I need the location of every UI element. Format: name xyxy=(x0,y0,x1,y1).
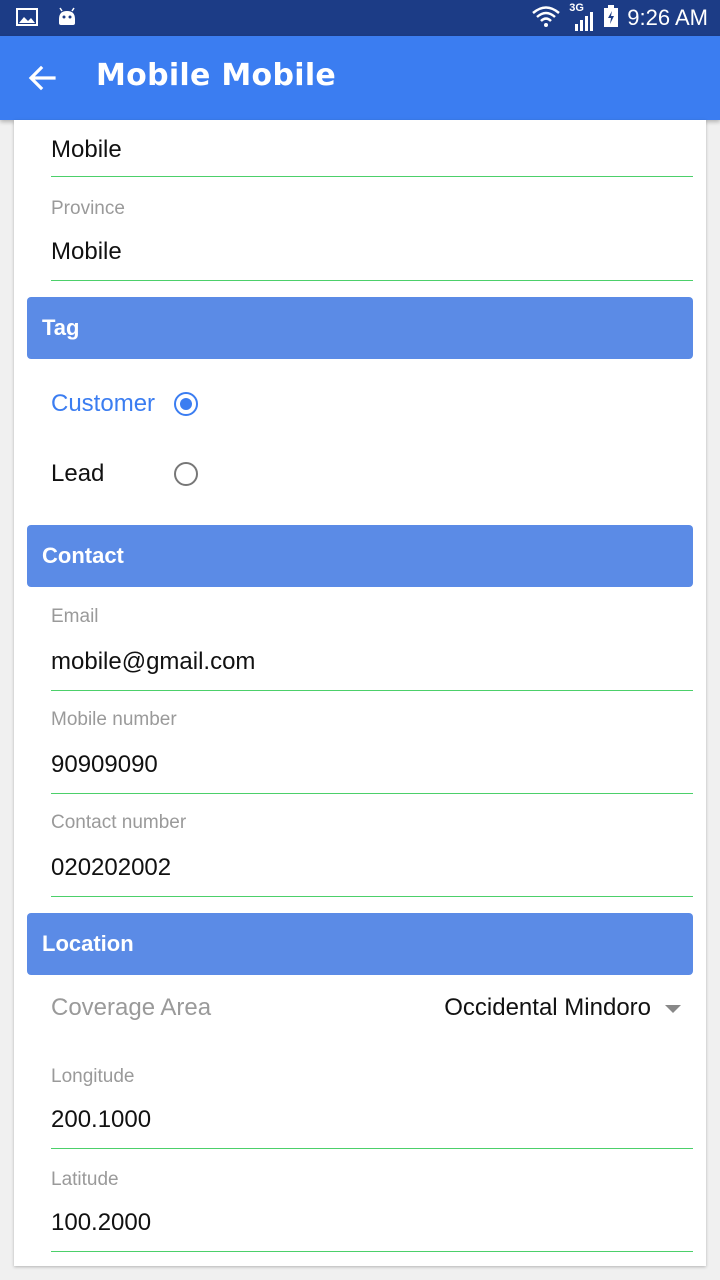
back-arrow-icon[interactable] xyxy=(24,60,60,96)
dropdown-caret-icon[interactable] xyxy=(665,1005,681,1013)
form-card: Mobile Province Mobile Tag Customer Lead… xyxy=(14,120,706,1266)
longitude-label: Longitude xyxy=(51,1066,135,1087)
signal-icon: 3G xyxy=(569,2,595,32)
contact-header-label: Contact xyxy=(42,543,124,568)
location-header-label: Location xyxy=(42,931,134,956)
coverage-area-dropdown[interactable]: Coverage Area Occidental Mindoro xyxy=(51,990,693,1030)
mobile-number-label: Mobile number xyxy=(51,709,177,730)
email-field[interactable]: Email mobile@gmail.com xyxy=(51,602,693,691)
latitude-label: Latitude xyxy=(51,1169,119,1190)
latitude-field[interactable]: Latitude 100.2000 xyxy=(51,1163,693,1252)
province-value: Mobile xyxy=(51,238,122,265)
email-label: Email xyxy=(51,606,99,627)
contact-number-field[interactable]: Contact number 020202002 xyxy=(51,808,693,897)
province-field[interactable]: Province Mobile xyxy=(51,192,693,281)
longitude-field[interactable]: Longitude 200.1000 xyxy=(51,1060,693,1149)
radio-customer-button[interactable] xyxy=(174,392,198,416)
page-title: Mobile Mobile xyxy=(96,58,337,93)
coverage-area-value: Occidental Mindoro xyxy=(444,994,651,1021)
radio-lead-button[interactable] xyxy=(174,462,198,486)
coverage-area-label: Coverage Area xyxy=(51,994,212,1021)
tag-header-label: Tag xyxy=(42,315,80,340)
radio-lead[interactable]: Lead xyxy=(51,454,351,494)
province-label: Province xyxy=(51,198,125,219)
wifi-icon xyxy=(531,4,561,33)
radio-lead-label: Lead xyxy=(51,460,105,487)
clock: 9:26 AM xyxy=(627,5,708,30)
city-field[interactable]: Mobile xyxy=(51,120,693,177)
radio-customer-label: Customer xyxy=(51,390,156,417)
app-bar: Mobile Mobile xyxy=(0,36,720,120)
battery-icon xyxy=(603,4,619,33)
contact-section-header: Contact xyxy=(27,525,693,587)
radio-customer[interactable]: Customer xyxy=(51,384,351,424)
latitude-value: 100.2000 xyxy=(51,1209,152,1236)
location-section-header: Location xyxy=(27,913,693,975)
contact-number-value: 020202002 xyxy=(51,854,172,881)
contact-number-label: Contact number xyxy=(51,812,187,833)
city-value: Mobile xyxy=(51,136,122,163)
image-icon xyxy=(16,7,38,34)
tag-section-header: Tag xyxy=(27,297,693,359)
status-bar: 3G 9:26 AM xyxy=(0,0,720,36)
longitude-value: 200.1000 xyxy=(51,1106,152,1133)
email-value: mobile@gmail.com xyxy=(51,648,256,675)
mobile-number-field[interactable]: Mobile number 90909090 xyxy=(51,705,693,794)
mobile-number-value: 90909090 xyxy=(51,751,158,778)
android-icon xyxy=(56,7,78,34)
